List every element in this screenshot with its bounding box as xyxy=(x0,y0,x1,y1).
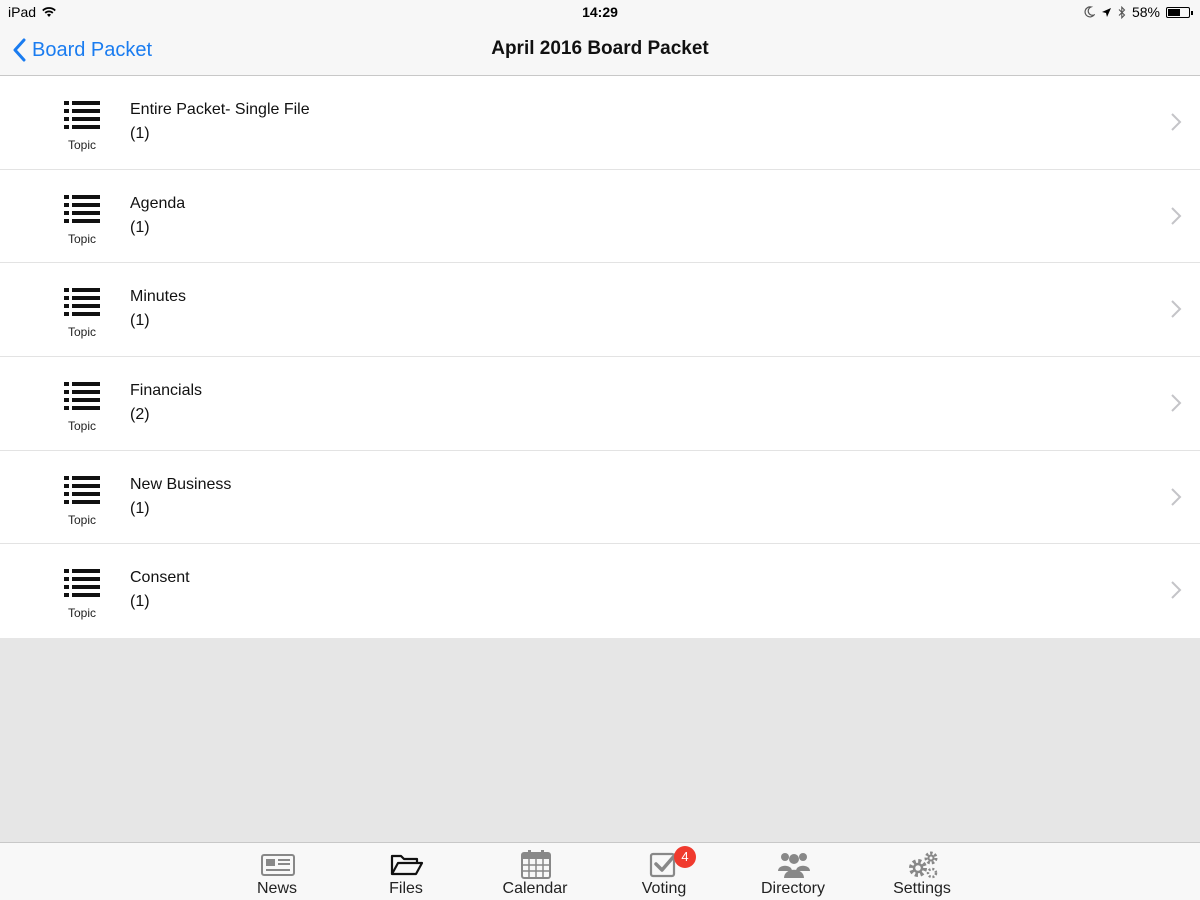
tab-bar: News Files Calendar Voting Directory Set… xyxy=(0,842,1200,900)
tab-label: Calendar xyxy=(502,880,568,897)
tab-label: Directory xyxy=(760,880,825,897)
location-arrow-icon xyxy=(1101,7,1111,17)
list-item[interactable]: Topic Agenda (1) xyxy=(0,169,1200,264)
tab-directory[interactable]: Directory xyxy=(733,843,853,900)
battery-icon xyxy=(1166,6,1193,18)
list-item[interactable]: Topic Minutes (1) xyxy=(0,263,1200,358)
item-count: (1) xyxy=(130,218,150,236)
item-type-label: Topic xyxy=(67,606,96,621)
item-count: (1) xyxy=(130,499,150,517)
voting-badge: 4 xyxy=(674,846,696,868)
newspaper-icon xyxy=(261,854,295,876)
item-title: Agenda xyxy=(130,194,186,212)
chevron-right-icon xyxy=(1171,394,1182,412)
tab-label: Settings xyxy=(893,880,951,897)
list-item[interactable]: Topic Entire Packet- Single File (1) xyxy=(0,76,1200,170)
folder-open-icon xyxy=(390,854,424,876)
item-count: (1) xyxy=(130,312,150,330)
tab-label: News xyxy=(256,880,297,897)
gears-icon xyxy=(909,851,938,879)
list-item[interactable]: Topic Consent (1) xyxy=(0,544,1200,639)
item-title: Consent xyxy=(130,569,190,587)
bluetooth-icon xyxy=(1118,5,1126,19)
status-time: 14:29 xyxy=(582,4,618,20)
chevron-right-icon xyxy=(1171,113,1182,131)
tab-news[interactable]: News xyxy=(217,843,337,900)
list-icon xyxy=(64,569,100,598)
item-title: New Business xyxy=(130,475,232,493)
battery-level xyxy=(1168,8,1180,16)
list-item[interactable]: Topic Financials (2) xyxy=(0,357,1200,451)
item-count: (1) xyxy=(130,125,150,142)
list-item[interactable]: Topic New Business (1) xyxy=(0,450,1200,545)
list-icon xyxy=(64,194,100,223)
tab-calendar[interactable]: Calendar xyxy=(475,843,595,900)
item-type-label: Topic xyxy=(67,138,96,152)
item-title: Entire Packet- Single File xyxy=(130,101,310,118)
list-icon xyxy=(64,475,100,504)
chevron-right-icon xyxy=(1171,206,1182,225)
topic-list: Topic Entire Packet- Single File (1) Top… xyxy=(0,76,1200,639)
item-type-label: Topic xyxy=(67,512,96,527)
tab-files[interactable]: Files xyxy=(346,843,466,900)
item-title: Financials xyxy=(130,382,203,400)
list-icon xyxy=(64,288,100,317)
status-right: 58% xyxy=(1084,4,1193,20)
moon-icon xyxy=(1084,6,1095,18)
item-count: (2) xyxy=(130,406,150,424)
status-bar: iPad 14:29 58% xyxy=(0,0,1200,24)
people-icon xyxy=(778,853,810,878)
tab-settings[interactable]: Settings xyxy=(862,843,982,900)
tab-label: Files xyxy=(389,880,423,897)
battery-percent: 58% xyxy=(1131,4,1160,20)
calendar-icon xyxy=(521,850,551,879)
navigation-bar: Board Packet April 2016 Board Packet xyxy=(0,24,1200,76)
chevron-right-icon xyxy=(1171,300,1182,319)
list-icon xyxy=(64,101,100,129)
list-icon xyxy=(64,382,100,411)
item-type-label: Topic xyxy=(67,231,96,246)
tab-voting[interactable]: Voting xyxy=(604,843,724,900)
item-title: Minutes xyxy=(130,288,187,306)
chevron-right-icon xyxy=(1171,581,1182,600)
page-title: April 2016 Board Packet xyxy=(491,38,709,59)
item-type-label: Topic xyxy=(67,419,96,434)
item-count: (1) xyxy=(130,593,150,611)
item-type-label: Topic xyxy=(67,325,96,340)
chevron-right-icon xyxy=(1171,488,1182,506)
tab-label: Voting xyxy=(641,880,687,897)
